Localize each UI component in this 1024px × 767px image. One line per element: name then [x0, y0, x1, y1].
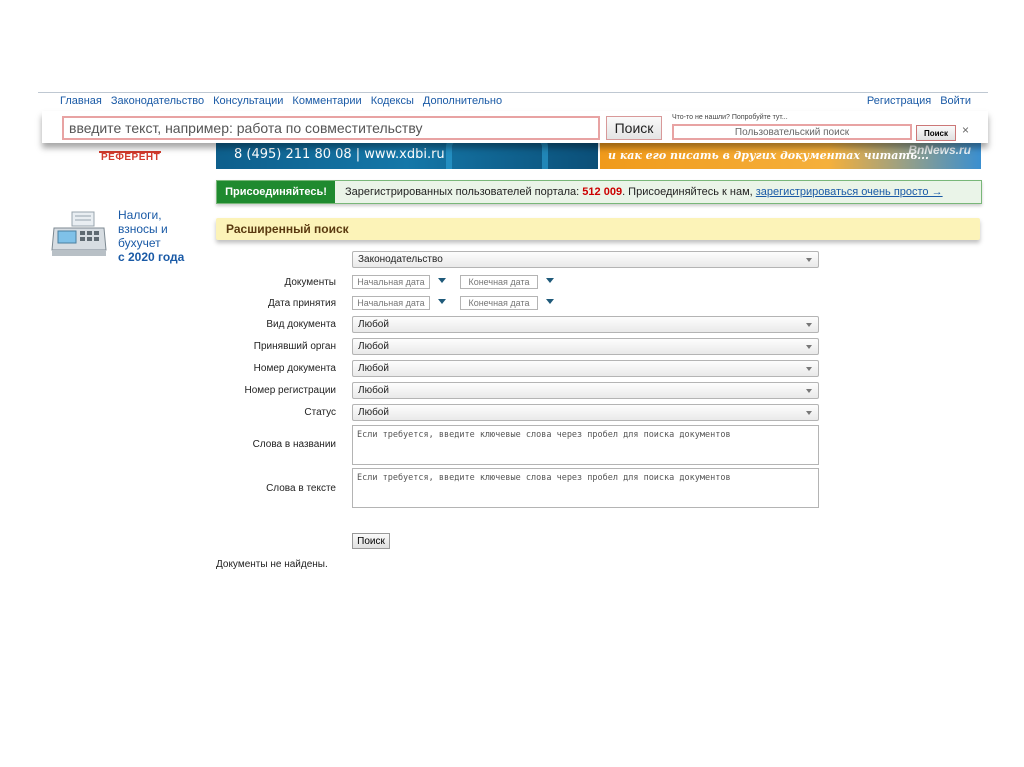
reg-number-label: Номер регистрации: [244, 385, 336, 396]
calendar-dropdown-icon[interactable]: [438, 278, 446, 283]
logo[interactable]: РЕФЕРЕНТ: [101, 152, 160, 163]
user-count: 512 009: [582, 186, 623, 198]
promo-taxes-link[interactable]: Налоги, взносы и бухучет с 2020 года: [118, 208, 184, 264]
doc-number-select[interactable]: Любой: [352, 360, 819, 377]
ad-banner-phone[interactable]: 8 (495) 211 80 08 | www.xdbi.ru: [216, 143, 598, 169]
join-badge: Присоединяйтесь!: [217, 181, 335, 203]
nav-home[interactable]: Главная: [60, 95, 102, 107]
login-link[interactable]: Войти: [940, 95, 971, 107]
chevron-down-icon: [806, 258, 812, 262]
doc-type-label: Вид документа: [266, 319, 336, 330]
text-words-input[interactable]: [352, 468, 819, 508]
calendar-dropdown-icon[interactable]: [438, 299, 446, 304]
join-banner: Присоединяйтесь! Зарегистрированных поль…: [216, 180, 982, 204]
search-bar: Поиск Что-то не нашли? Попробуйте тут...…: [42, 111, 988, 143]
ad-banner-news[interactable]: и как его писать в других документах чит…: [600, 143, 981, 169]
chip-graphic: [446, 143, 548, 169]
calendar-dropdown-icon[interactable]: [546, 278, 554, 283]
chevron-down-icon: [806, 389, 812, 393]
calendar-dropdown-icon[interactable]: [546, 299, 554, 304]
chevron-down-icon: [806, 411, 812, 415]
adoption-end-date[interactable]: [460, 296, 538, 310]
search-hint: Что-то не нашли? Попробуйте тут...: [672, 114, 788, 121]
chevron-down-icon: [806, 323, 812, 327]
documents-end-date[interactable]: [460, 275, 538, 289]
adoption-start-date[interactable]: [352, 296, 430, 310]
banner-news-text: и как его писать в других документах чит…: [608, 149, 929, 162]
auth-links: Регистрация Войти: [867, 95, 971, 107]
banner-brand: BnNews.ru: [908, 143, 971, 157]
user-search-input[interactable]: [672, 124, 912, 140]
text-words-label: Слова в тексте: [266, 483, 336, 494]
banner-phone-text: 8 (495) 211 80 08 | www.xdbi.ru: [234, 147, 445, 162]
status-label: Статус: [304, 407, 336, 418]
result-message: Документы не найдены.: [216, 559, 328, 570]
search-input[interactable]: [62, 116, 600, 140]
user-search-button[interactable]: Поиск: [916, 125, 956, 141]
advanced-search-header: Расширенный поиск: [216, 218, 980, 240]
nav-additional[interactable]: Дополнительно: [423, 95, 502, 107]
chevron-down-icon: [806, 367, 812, 371]
join-text: Зарегистрированных пользователей портала…: [345, 186, 943, 198]
status-select[interactable]: Любой: [352, 404, 819, 421]
nav-consultations[interactable]: Консультации: [213, 95, 283, 107]
cash-register-icon[interactable]: [50, 210, 108, 258]
top-divider: [38, 92, 988, 93]
authority-select[interactable]: Любой: [352, 338, 819, 355]
section-select[interactable]: Законодательство: [352, 251, 819, 268]
main-nav: Главная Законодательство Консультации Ко…: [60, 95, 502, 107]
advanced-search-button[interactable]: Поиск: [352, 533, 390, 549]
register-link[interactable]: Регистрация: [867, 95, 931, 107]
chevron-down-icon: [806, 345, 812, 349]
documents-label: Документы: [284, 277, 336, 288]
documents-start-date[interactable]: [352, 275, 430, 289]
adoption-date-label: Дата принятия: [267, 298, 336, 309]
close-icon[interactable]: ×: [962, 123, 969, 137]
page-title: Расширенный поиск: [226, 222, 349, 236]
search-button[interactable]: Поиск: [606, 116, 662, 140]
title-words-input[interactable]: [352, 425, 819, 465]
nav-comments[interactable]: Комментарии: [292, 95, 361, 107]
register-promo-link[interactable]: зарегистрироваться очень просто →: [756, 186, 943, 198]
doc-number-label: Номер документа: [253, 363, 336, 374]
authority-label: Принявший орган: [253, 341, 336, 352]
reg-number-select[interactable]: Любой: [352, 382, 819, 399]
title-words-label: Слова в названии: [252, 439, 336, 450]
doc-type-select[interactable]: Любой: [352, 316, 819, 333]
nav-codes[interactable]: Кодексы: [371, 95, 414, 107]
nav-legislation[interactable]: Законодательство: [111, 95, 204, 107]
